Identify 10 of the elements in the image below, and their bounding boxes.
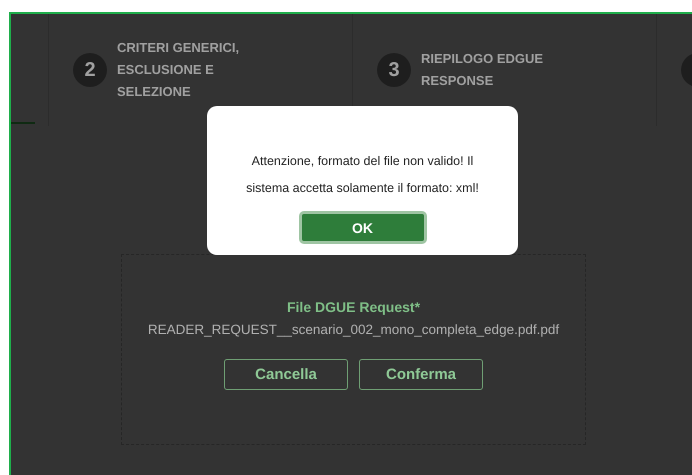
confirm-button[interactable]: Conferma (359, 359, 483, 390)
dialog-message: Attenzione, formato del file non valido! Il sistema accetta solamente il formato: xml! (245, 153, 480, 197)
upload-title: File DGUE Request* (286, 299, 420, 315)
step-number: 2 (73, 53, 107, 87)
step-number: 3 (377, 53, 411, 87)
step-label: CRITERI GENERICI, ESCLUSIONE E SELEZIONE (117, 39, 240, 101)
cancel-button[interactable]: Cancella (224, 359, 348, 390)
file-name: READER_REQUEST__scenario_002_mono_completa_edge.pdf.pdf (148, 322, 560, 337)
step-label: RIEPILOGO EDGUE RESPONSE (421, 50, 544, 90)
ok-button[interactable]: OK (298, 211, 426, 244)
